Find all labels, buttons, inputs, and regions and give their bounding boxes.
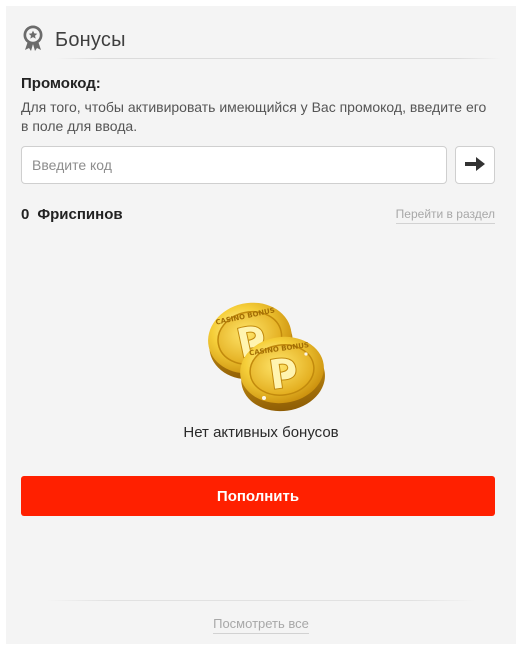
promo-code-input[interactable] bbox=[21, 146, 447, 184]
bonuses-panel: Бонусы Промокод: Для того, чтобы активир… bbox=[6, 6, 516, 644]
page-title: Бонусы bbox=[55, 28, 126, 51]
go-to-section-link[interactable]: Перейти в раздел bbox=[395, 207, 495, 224]
casino-bonus-coins-image: CASINO BONUS CASINO BONUS bbox=[198, 294, 328, 412]
promo-description: Для того, чтобы активировать имеющийся у… bbox=[21, 99, 487, 134]
view-all-container: Посмотреть все bbox=[6, 615, 516, 634]
freespins-counter: 0 Фриспинов bbox=[21, 206, 123, 223]
freespins-label: Фриспинов bbox=[37, 206, 123, 223]
promo-title: Промокод: bbox=[21, 75, 101, 92]
award-badge-icon bbox=[21, 25, 45, 56]
freespins-count: 0 bbox=[21, 206, 30, 223]
arrow-right-icon bbox=[464, 156, 486, 174]
panel-header: Бонусы bbox=[21, 21, 501, 59]
promo-submit-button[interactable] bbox=[455, 146, 495, 184]
view-all-link[interactable]: Посмотреть все bbox=[213, 616, 309, 634]
footer-divider bbox=[46, 600, 476, 601]
deposit-button[interactable]: Пополнить bbox=[21, 476, 495, 516]
empty-state-text: Нет активных бонусов bbox=[183, 424, 339, 441]
header-divider bbox=[56, 58, 501, 59]
